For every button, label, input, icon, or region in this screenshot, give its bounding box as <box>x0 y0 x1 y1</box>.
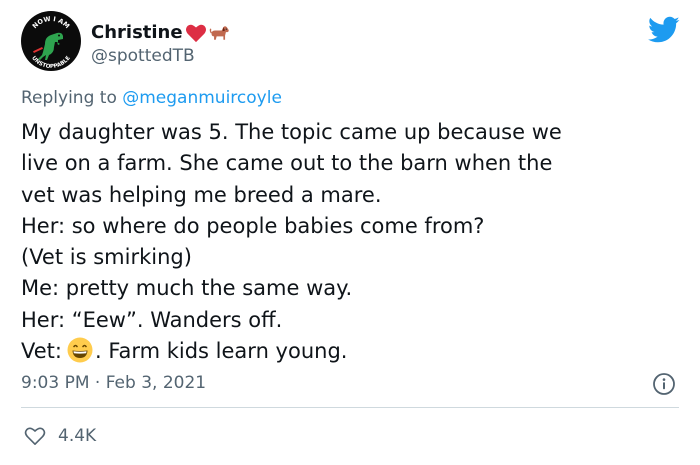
divider <box>21 407 679 408</box>
author-handle[interactable]: @spottedTB <box>91 46 195 66</box>
tweet-text-line: Me: pretty much the same way. <box>21 276 353 301</box>
avatar-badge-bottom: UNSTOPPABLE <box>30 55 72 70</box>
reply-prefix: Replying to <box>21 88 117 108</box>
avatar[interactable]: NOW I AM UNSTOPPABLE <box>21 11 81 71</box>
tweet-text-line: My daughter was 5. The topic came up bec… <box>21 120 562 144</box>
like-count: 4.4K <box>58 426 97 446</box>
tweet-text-line-last: Vet: . Farm kids learn young. <box>21 336 681 367</box>
tweet-text-line: vet was helping me breed a mare. <box>21 182 382 207</box>
tweet-text-line: Her: “Eew”. Wanders off. <box>21 307 283 332</box>
info-icon[interactable] <box>652 372 676 396</box>
tweet-text-line: live on a farm. She came out to the barn… <box>21 151 553 176</box>
svg-text:UNSTOPPABLE: UNSTOPPABLE <box>30 55 72 70</box>
like-button[interactable]: 4.4K <box>24 426 96 446</box>
tweet-text: My daughter was 5. The topic came up bec… <box>21 117 681 367</box>
twitter-logo-icon[interactable] <box>648 16 680 44</box>
tweet-text-line: Her: so where do people babies come from… <box>21 213 485 238</box>
tweet-timestamp[interactable]: 9:03 PM · Feb 3, 2021 <box>21 373 206 393</box>
svg-text:NOW I AM: NOW I AM <box>31 15 72 30</box>
tweet-text-line: (Vet is smirking) <box>21 245 192 270</box>
heart-icon[interactable] <box>24 426 46 446</box>
reply-context: Replying to @meganmuircoyle <box>21 88 282 108</box>
reply-mention-link[interactable]: @meganmuircoyle <box>122 88 282 108</box>
tweet-card: NOW I AM UNSTOPPABLE Christine @spottedT… <box>0 0 700 465</box>
last-line-prefix: Vet: <box>21 339 62 364</box>
display-name[interactable]: Christine <box>91 22 183 43</box>
dog-icon <box>209 25 229 40</box>
t-rex-icon: NOW I AM UNSTOPPABLE <box>30 15 72 70</box>
grinning-face-icon <box>67 337 93 363</box>
author-name-row[interactable]: Christine <box>91 22 231 43</box>
red-heart-icon <box>185 24 206 42</box>
avatar-badge-top: NOW I AM <box>31 15 72 30</box>
last-line-suffix: . Farm kids learn young. <box>94 339 348 364</box>
